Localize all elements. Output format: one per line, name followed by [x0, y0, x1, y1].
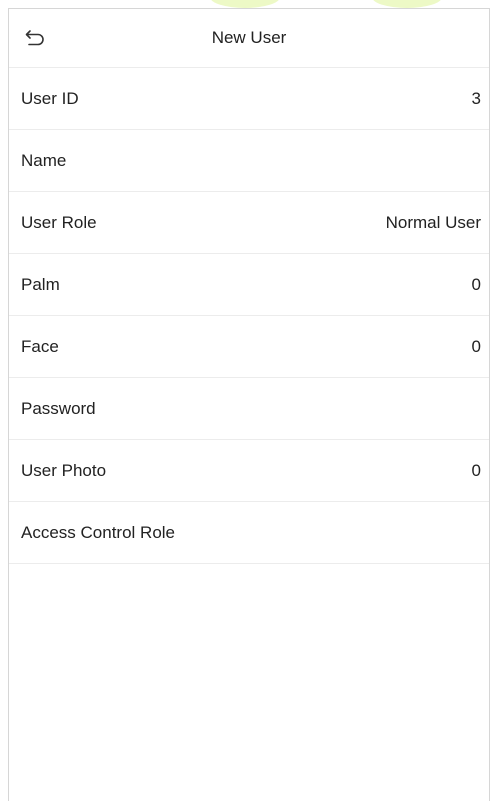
decor-blob [372, 0, 442, 8]
row-label: User Role [21, 212, 97, 232]
top-decoration [0, 0, 492, 8]
page-title: New User [211, 28, 287, 47]
row-user-id[interactable]: User ID 3 [9, 68, 489, 130]
user-field-list: User ID 3 Name User Role Normal User Pal… [9, 68, 489, 564]
row-value: 3 [471, 88, 481, 108]
back-button[interactable] [21, 23, 51, 53]
row-palm[interactable]: Palm 0 [9, 254, 489, 316]
row-name[interactable]: Name [9, 130, 489, 192]
new-user-screen: New User User ID 3 Name User Role Normal… [8, 8, 490, 801]
row-value: 0 [471, 336, 481, 356]
back-arrow-icon[interactable] [25, 29, 47, 47]
row-label: User ID [21, 88, 79, 108]
row-value: 0 [471, 274, 481, 294]
row-label: Name [21, 150, 67, 170]
row-label: Password [21, 398, 96, 418]
decor-blob [210, 0, 280, 8]
row-label: Face [21, 336, 59, 356]
row-value: 0 [471, 460, 481, 480]
row-access-control-role[interactable]: Access Control Role [9, 502, 489, 564]
row-value: Normal User [385, 212, 481, 232]
row-label: User Photo [21, 460, 107, 480]
row-user-role[interactable]: User Role Normal User [9, 192, 489, 254]
row-face[interactable]: Face 0 [9, 316, 489, 378]
row-user-photo[interactable]: User Photo 0 [9, 440, 489, 502]
header-bar: New User [9, 9, 489, 68]
row-password[interactable]: Password [9, 378, 489, 440]
row-label: Palm [21, 274, 60, 294]
row-label: Access Control Role [21, 522, 176, 542]
